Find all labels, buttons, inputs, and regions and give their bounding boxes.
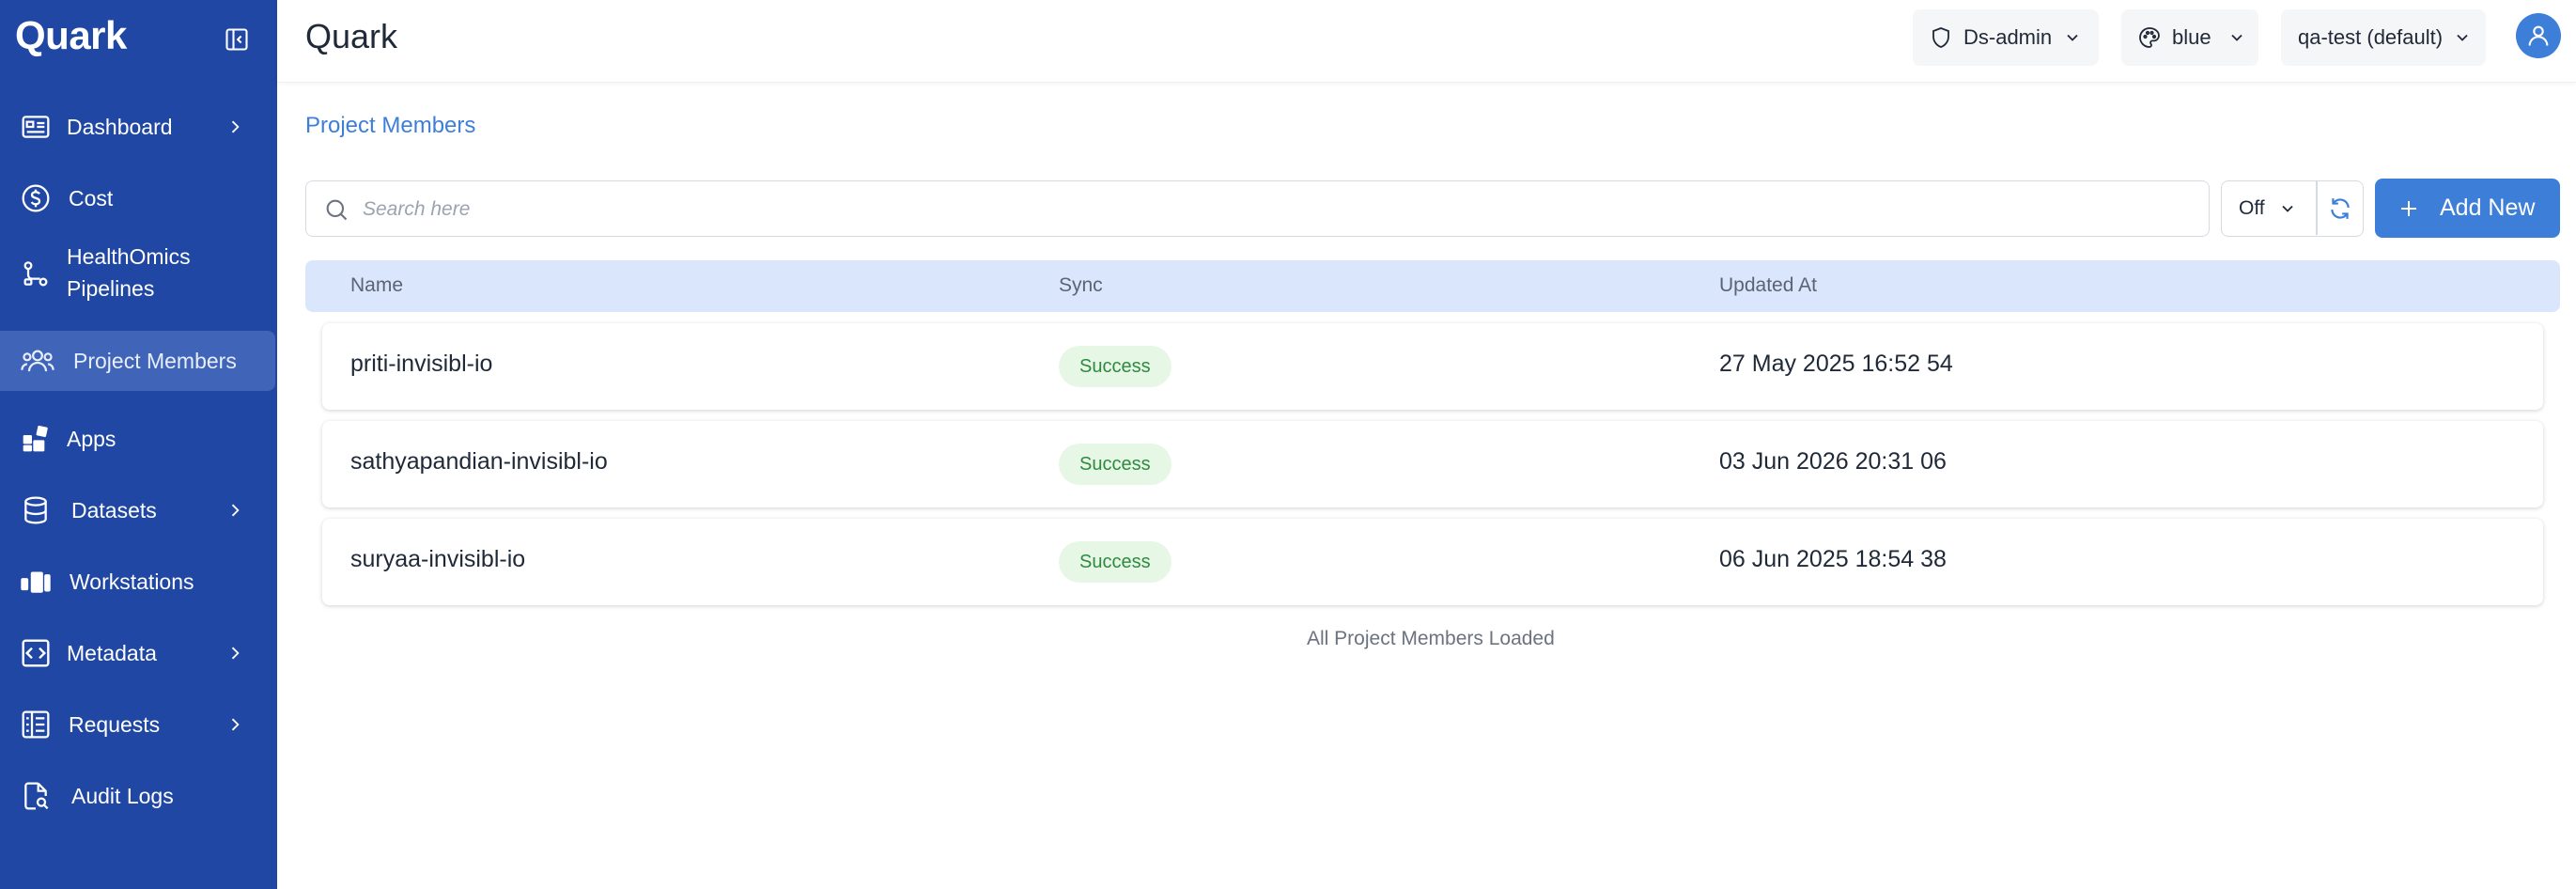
chevron-right-icon [224, 642, 246, 664]
sidebar-item-label: Workstations [70, 569, 194, 594]
table-header: Name Sync Updated At [305, 260, 2560, 312]
sidebar-item-label-line2: Pipelines [67, 276, 155, 301]
sidebar-item-label: Datasets [71, 498, 157, 522]
sidebar-item-label-line1: HealthOmics [67, 244, 191, 269]
dashboard-icon [19, 110, 53, 144]
updated-at: 03 Jun 2026 20:31 06 [1719, 448, 1947, 475]
table-row[interactable]: suryaa-invisibl-io Success 06 Jun 2025 1… [322, 519, 2543, 605]
users-icon [21, 344, 54, 378]
apps-icon [19, 422, 53, 456]
sidebar-item-workstations[interactable]: Workstations [0, 558, 277, 605]
sidebar: Quark Dashboard Cost HealthOmics Pipelin… [0, 0, 277, 889]
plus-icon [2401, 201, 2416, 216]
sidebar-item-audit-logs[interactable]: Audit Logs [0, 772, 277, 819]
status-badge: Success [1059, 541, 1172, 583]
updated-at: 06 Jun 2025 18:54 38 [1719, 546, 1947, 572]
add-new-button[interactable]: Add New [2375, 179, 2560, 238]
pipeline-icon [19, 257, 53, 291]
sync-filter-value: Off [2239, 196, 2265, 219]
member-name: sathyapandian-invisibl-io [350, 448, 608, 475]
column-header-name[interactable]: Name [350, 274, 403, 297]
sidebar-item-dashboard[interactable]: Dashboard [0, 103, 277, 150]
sidebar-item-label: Dashboard [67, 115, 173, 139]
sidebar-item-label: Apps [67, 427, 116, 451]
sidebar-item-datasets[interactable]: Datasets [0, 487, 277, 534]
list-footer-status: All Project Members Loaded [1307, 628, 1555, 649]
role-selector[interactable]: Ds-admin [1913, 9, 2099, 66]
workstation-icon [19, 565, 53, 599]
sidebar-item-label: Requests [69, 712, 161, 737]
sidebar-item-label: Metadata [67, 641, 157, 665]
collapse-sidebar-icon [225, 28, 248, 51]
table-row[interactable]: priti-invisibl-io Success 27 May 2025 16… [322, 323, 2543, 410]
status-badge: Success [1059, 346, 1172, 387]
search-field[interactable] [305, 180, 2210, 237]
updated-at: 27 May 2025 16:52 54 [1719, 351, 1953, 377]
sync-controls: Off [2221, 180, 2364, 237]
sidebar-item-metadata[interactable]: Metadata [0, 630, 277, 677]
chevron-down-icon [2231, 34, 2242, 41]
sidebar-item-project-members[interactable]: Project Members [0, 331, 275, 391]
chevron-down-icon [2457, 34, 2468, 41]
member-name: priti-invisibl-io [350, 351, 493, 377]
brand-logo: Quark [15, 13, 127, 57]
shield-icon [1932, 27, 1949, 48]
theme-label: blue [2172, 25, 2211, 49]
palette-icon [2139, 27, 2160, 48]
sidebar-item-requests[interactable]: Requests [0, 701, 277, 748]
status-badge: Success [1059, 444, 1172, 485]
audit-icon [19, 779, 53, 813]
breadcrumb[interactable]: Project Members [305, 113, 475, 139]
user-icon [2528, 25, 2549, 46]
sidebar-item-healthomics-pipelines[interactable]: HealthOmics Pipelines [0, 241, 277, 308]
top-header: Quark Ds-admin blue qa-test (default) [277, 0, 2576, 83]
requests-icon [19, 708, 53, 741]
page-title: Quark [305, 17, 398, 55]
sidebar-item-label: Audit Logs [71, 784, 174, 808]
workspace-label: qa-test (default) [2298, 25, 2444, 49]
sidebar-item-label: Project Members [73, 349, 237, 373]
chevron-down-icon [2067, 34, 2078, 41]
sidebar-collapse-button[interactable] [222, 24, 252, 55]
column-header-sync[interactable]: Sync [1059, 274, 1103, 297]
refresh-button[interactable] [2318, 181, 2363, 235]
code-icon [19, 636, 53, 670]
sidebar-item-cost[interactable]: Cost [0, 175, 277, 222]
workspace-selector[interactable]: qa-test (default) [2281, 9, 2486, 66]
add-new-label: Add New [2440, 195, 2536, 221]
sidebar-item-label: Cost [69, 186, 114, 211]
search-icon [326, 199, 348, 221]
refresh-icon [2331, 197, 2350, 219]
sidebar-item-apps[interactable]: Apps [0, 415, 277, 462]
search-input[interactable] [363, 191, 2185, 228]
chevron-right-icon [224, 499, 246, 522]
table-row[interactable]: sathyapandian-invisibl-io Success 03 Jun… [322, 421, 2543, 507]
role-label: Ds-admin [1963, 25, 2053, 49]
chevron-right-icon [224, 713, 246, 736]
column-header-updated-at[interactable]: Updated At [1719, 274, 1817, 297]
theme-selector[interactable]: blue [2121, 9, 2258, 66]
chevron-right-icon [224, 116, 246, 138]
dollar-icon [19, 181, 53, 215]
database-icon [19, 493, 53, 527]
member-name: suryaa-invisibl-io [350, 546, 526, 572]
sync-filter-select[interactable]: Off [2222, 181, 2316, 235]
chevron-down-icon [2282, 205, 2293, 212]
user-avatar-button[interactable] [2516, 13, 2561, 58]
